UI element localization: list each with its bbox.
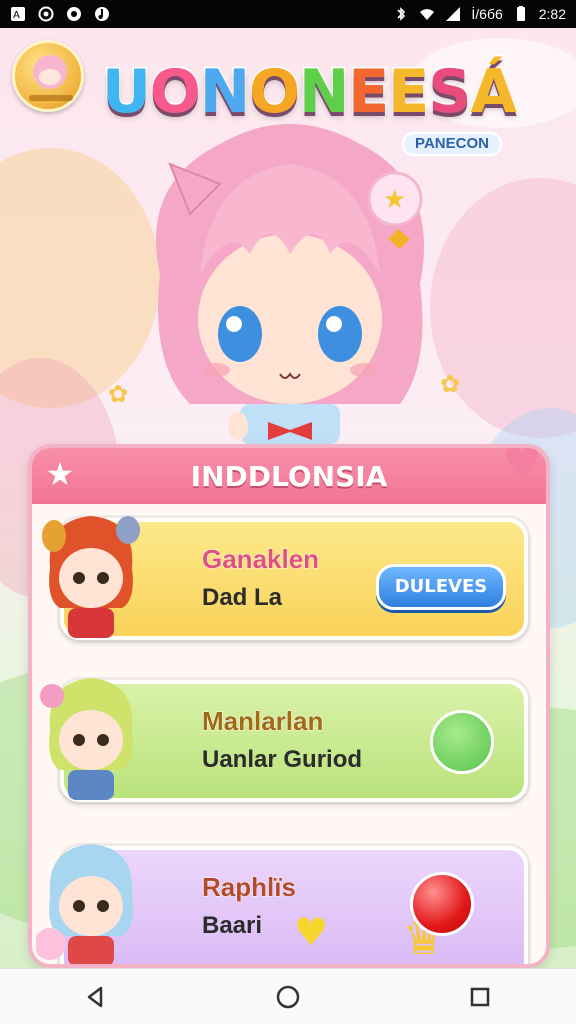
carrier-label: İ/6б6 bbox=[471, 6, 503, 22]
bluetooth-icon bbox=[397, 7, 406, 21]
panel-header: ★ INDDLONSIA bbox=[32, 448, 546, 504]
character-avatar-blue-hair bbox=[36, 844, 133, 964]
select-character-button[interactable]: DULEVES bbox=[376, 564, 506, 610]
home-button[interactable] bbox=[266, 975, 310, 1019]
heart-icon: ♥ bbox=[502, 444, 542, 489]
system-navigation-bar bbox=[0, 968, 576, 1024]
svg-text:★: ★ bbox=[383, 185, 406, 215]
sparkle-icon: ✿ bbox=[440, 370, 461, 398]
circle-icon bbox=[67, 7, 81, 21]
mascot-character: ★ bbox=[156, 124, 424, 444]
circle-icon bbox=[38, 6, 54, 22]
panel-title: INDDLONSIA bbox=[190, 459, 388, 493]
character-card-1[interactable]: Ganaklen Dad La DULEVES bbox=[42, 516, 528, 640]
battery-icon bbox=[516, 6, 525, 21]
character-card-3[interactable]: Raphlïs Baari ♥ ♛ bbox=[36, 844, 528, 964]
background-character-right bbox=[430, 178, 576, 438]
recents-button[interactable] bbox=[458, 975, 502, 1019]
chat-bubble-icon[interactable] bbox=[430, 710, 494, 774]
recents-icon bbox=[470, 987, 490, 1006]
home-icon bbox=[276, 985, 300, 1008]
signal-icon bbox=[446, 7, 461, 21]
character-subtitle: Baari bbox=[202, 912, 263, 939]
back-button[interactable] bbox=[74, 975, 118, 1019]
character-subtitle: Dad La bbox=[202, 584, 283, 611]
character-name: Ganaklen bbox=[201, 544, 320, 575]
heart-icon: ♥ bbox=[294, 910, 329, 954]
red-ball-icon[interactable] bbox=[410, 872, 474, 936]
wifi-icon bbox=[420, 9, 435, 20]
clock: 2:82 bbox=[538, 6, 566, 22]
music-icon bbox=[95, 7, 109, 21]
character-name: Manlarlan bbox=[201, 706, 324, 737]
character-select-panel: ★ INDDLONSIA Ganaklen Dad La DULEVES Man… bbox=[28, 444, 550, 968]
badge-character-face bbox=[33, 55, 67, 89]
character-avatar-blonde-hair bbox=[40, 678, 133, 800]
character-name: Raphlïs bbox=[202, 872, 297, 903]
character-subtitle: Uanlar Guriod bbox=[202, 746, 363, 773]
status-bar: A İ/6б6 2:82 bbox=[0, 0, 576, 28]
svg-text:A: A bbox=[13, 10, 20, 21]
title-letter: Á bbox=[469, 57, 518, 127]
back-icon bbox=[87, 986, 103, 1007]
character-card-2[interactable]: Manlarlan Uanlar Guriod bbox=[40, 678, 528, 802]
app-icon: A bbox=[11, 7, 25, 21]
character-avatar-red-hair bbox=[42, 516, 140, 638]
sparkle-icon: ✿ bbox=[108, 380, 129, 408]
star-icon: ★ bbox=[45, 455, 75, 493]
